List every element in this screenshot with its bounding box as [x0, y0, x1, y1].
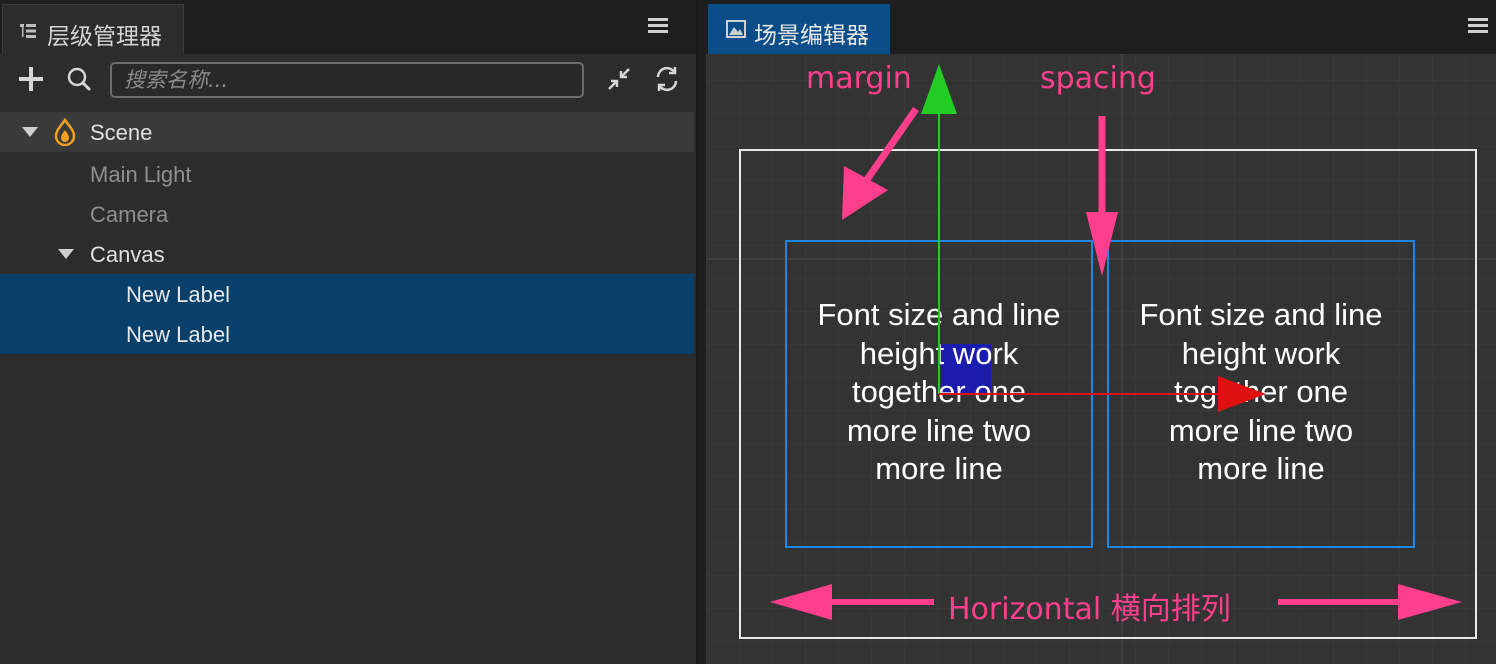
spacing-arrow-head-icon: [1086, 212, 1118, 276]
hierarchy-menu-icon[interactable]: [648, 18, 668, 34]
scene-viewport[interactable]: Font size and line height work together …: [706, 54, 1496, 664]
scene-image-icon: [726, 20, 746, 38]
annotation-margin: margin: [806, 61, 912, 96]
margin-arrow-shaft: [861, 107, 919, 186]
tree-label-new-label-2: New Label: [126, 322, 230, 347]
horizontal-left-arrow-head-icon: [770, 584, 832, 620]
horizontal-right-arrow-head-icon: [1398, 584, 1462, 620]
tree-row-scene[interactable]: Scene: [0, 112, 694, 152]
tab-scene-editor[interactable]: 场景编辑器: [708, 4, 890, 54]
tree-row-new-label-2[interactable]: New Label: [0, 314, 694, 354]
hierarchy-panel: 层级管理器 搜索名称... Scene Main Light Camera Ca…: [0, 0, 697, 664]
annotation-spacing: spacing: [1040, 61, 1156, 96]
hierarchy-tab-bar: 层级管理器: [0, 0, 696, 54]
scene-tab-title: 场景编辑器: [754, 22, 869, 48]
hierarchy-tab-title: 层级管理器: [47, 23, 162, 49]
gizmo-x-arrow-icon[interactable]: [1218, 376, 1266, 412]
tree-label-camera: Camera: [90, 202, 169, 227]
add-node-icon[interactable]: [14, 62, 48, 96]
tree-label-new-label-1: New Label: [126, 282, 230, 307]
scene-menu-icon[interactable]: [1468, 18, 1488, 34]
expand-arrow-icon[interactable]: [58, 249, 74, 259]
tree-row-new-label-1[interactable]: New Label: [0, 274, 694, 314]
tree-label-canvas: Canvas: [90, 242, 165, 267]
editor-window: 层级管理器 搜索名称... Scene Main Light Camera Ca…: [0, 0, 1496, 664]
margin-arrow-head-icon: [842, 166, 888, 220]
search-icon[interactable]: [62, 62, 96, 96]
collapse-all-icon[interactable]: [602, 62, 636, 96]
tree-row-canvas[interactable]: Canvas: [0, 234, 694, 274]
tree-label-main-light: Main Light: [90, 162, 192, 187]
tab-hierarchy[interactable]: 层级管理器: [2, 4, 184, 54]
tree-row-camera[interactable]: Camera: [0, 194, 694, 234]
scene-tab-bar: 场景编辑器: [706, 0, 1496, 54]
search-input[interactable]: 搜索名称...: [110, 62, 584, 98]
annotation-horizontal: Horizontal 横向排列: [948, 592, 1231, 627]
scene-editor-panel: 场景编辑器 Font size and line height work tog…: [706, 0, 1496, 664]
tree-row-main-light[interactable]: Main Light: [0, 154, 694, 194]
expand-arrow-icon[interactable]: [22, 127, 38, 137]
tree-label-scene: Scene: [90, 120, 153, 145]
scene-flame-icon: [54, 118, 76, 146]
overlay-drawing: [770, 64, 1462, 620]
gizmo-y-arrow-icon[interactable]: [921, 64, 957, 114]
refresh-icon[interactable]: [650, 62, 684, 96]
hierarchy-icon: [20, 24, 36, 38]
